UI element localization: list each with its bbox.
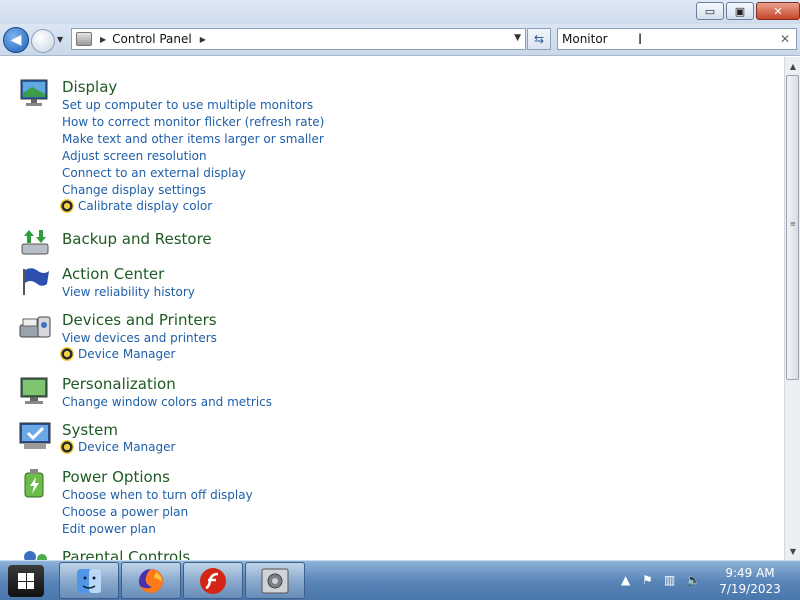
breadcrumb-arrow-icon[interactable]: ▶ [200,35,206,44]
group-title[interactable]: System [62,421,118,439]
group-title[interactable]: Devices and Printers [62,311,217,329]
group-title[interactable]: Action Center [62,265,164,283]
control-panel-icon [261,568,289,593]
finder-icon [77,568,101,593]
task-link-label: Device Manager [78,440,176,454]
uac-shield-icon [60,199,74,213]
search-input[interactable] [562,31,772,47]
search-box[interactable]: Ι ✕ [557,28,797,50]
restore-icon: ▣ [734,4,746,18]
task-link[interactable]: Connect to an external display [62,166,246,180]
task-link[interactable]: How to correct monitor flicker (refresh … [62,115,324,129]
navigation-bar: ◀ ▼ ▶ Control Panel ▶ ▼ ⇆ Ι ✕ [0,24,800,56]
clear-search-icon[interactable]: ✕ [780,32,790,46]
minimize-button[interactable]: ▭ [696,2,724,20]
task-link[interactable]: Choose when to turn off display [62,488,253,502]
personalization-icon [20,377,48,404]
scrollbar-thumb[interactable]: ≡ [786,75,799,380]
scroll-down-icon[interactable]: ▼ [785,543,800,559]
control-panel-icon [76,32,92,46]
group-title[interactable]: Personalization [62,375,176,393]
group-title[interactable]: Backup and Restore [62,230,212,248]
group-title[interactable]: Power Options [62,468,170,486]
volume-muted-icon[interactable]: 🔈 [686,573,701,587]
back-button[interactable]: ◀ [3,27,29,53]
task-link-admin[interactable]: Device Manager [60,440,175,454]
task-link[interactable]: Make text and other items larger or smal… [62,132,324,146]
task-link[interactable]: Choose a power plan [62,505,188,519]
display-icon [20,79,48,106]
clock-time: 9:49 AM [725,566,775,580]
taskbar-firefox[interactable] [121,562,181,599]
task-link[interactable]: Change display settings [62,183,206,197]
task-link[interactable]: Change window colors and metrics [62,395,272,409]
start-button[interactable] [8,565,44,597]
group-title[interactable]: Parental Controls [62,548,190,560]
breadcrumb-control-panel[interactable]: Control Panel [112,32,192,46]
flash-icon [200,567,226,594]
task-link[interactable]: Adjust screen resolution [62,149,207,163]
task-link[interactable]: View reliability history [62,285,195,299]
taskbar-finder[interactable] [59,562,119,599]
group-title[interactable]: Display [62,78,117,96]
scroll-up-icon[interactable]: ▲ [785,58,800,74]
task-link[interactable]: Set up computer to use multiple monitors [62,98,313,112]
task-link-admin[interactable]: Device Manager [60,347,175,361]
minimize-icon: ▭ [704,4,716,18]
action-center-flag-icon [23,268,49,295]
breadcrumb-arrow-icon[interactable]: ▶ [100,35,106,44]
backup-restore-icon [21,230,49,255]
uac-shield-icon [60,347,74,361]
search-results: Display Set up computer to use multiple … [0,57,784,560]
show-hidden-icons-icon[interactable]: ▲ [621,573,630,587]
maximize-button[interactable]: ▣ [726,2,754,20]
close-icon: ✕ [773,4,783,18]
clock-date: 7/19/2023 [719,582,781,596]
refresh-icon: ⇆ [533,32,545,46]
taskbar: ▲ ⚑ ▥ 🔈 9:49 AM 7/19/2023 [0,560,800,600]
address-dropdown-icon[interactable]: ▼ [514,33,521,43]
refresh-button[interactable]: ⇆ [527,28,551,50]
close-button[interactable]: ✕ [756,2,800,20]
system-icon [19,422,51,449]
address-bar[interactable]: ▶ Control Panel ▶ ▼ [71,28,526,50]
forward-button[interactable] [31,29,55,53]
firefox-icon [139,568,163,593]
task-link[interactable]: Edit power plan [62,522,156,536]
task-link-label: Calibrate display color [78,199,213,213]
window-controls: ▭ ▣ ✕ [696,2,800,20]
task-link-admin[interactable]: Calibrate display color [60,199,212,213]
network-icon[interactable]: ▥ [664,573,675,587]
parental-controls-icon [24,551,47,560]
back-arrow-icon: ◀ [10,32,22,48]
taskbar-clock[interactable]: 9:49 AM 7/19/2023 [712,565,788,597]
uac-shield-icon [60,440,74,454]
window-title-bar: ▭ ▣ ✕ [0,0,800,24]
recent-pages-dropdown-icon[interactable]: ▼ [57,35,63,44]
taskbar-flash[interactable] [183,562,243,599]
grip-icon: ≡ [790,220,796,228]
devices-printers-icon [19,316,51,338]
action-center-icon[interactable]: ⚑ [642,573,653,587]
taskbar-control-panel[interactable] [245,562,305,599]
vertical-scrollbar[interactable]: ▲ ≡ ▼ [784,57,800,560]
power-options-icon [24,469,44,498]
windows-logo-icon [18,573,34,589]
text-cursor-icon: Ι [638,32,643,48]
task-link[interactable]: View devices and printers [62,331,217,345]
task-link-label: Device Manager [78,347,176,361]
